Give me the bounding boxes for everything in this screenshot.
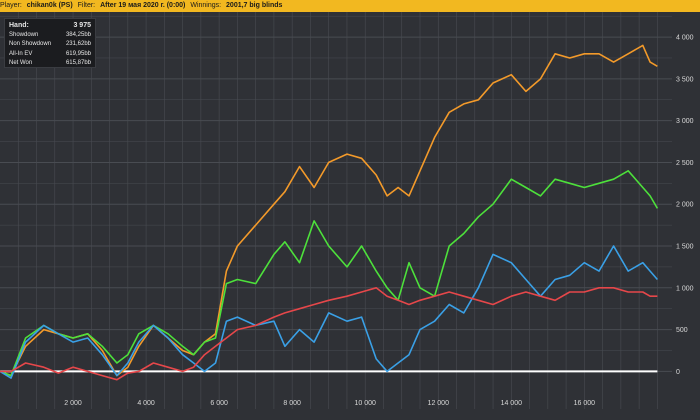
y-tick-label: 500 bbox=[676, 327, 688, 334]
graph-area: 0 500 1 000 1 500 2 000 2 500 3 000 3 500 4 000 … bbox=[0, 12, 700, 415]
y-tick-label: 1 500 bbox=[676, 244, 694, 251]
x-tick-label: 8 000 bbox=[283, 400, 301, 407]
stat-all-in-ev: All-In EV 619,95bb bbox=[9, 50, 91, 60]
stat-value: 615,87bb bbox=[65, 60, 91, 66]
player-value: chikan0k (PS) bbox=[26, 2, 73, 9]
y-tick-label: 2 500 bbox=[676, 160, 694, 167]
stat-value: 3 975 bbox=[73, 22, 91, 29]
stat-label: Net Won bbox=[9, 60, 33, 66]
winnings-label: Winnings: bbox=[190, 2, 222, 9]
stat-label: Showdown bbox=[9, 31, 39, 38]
stat-hand: Hand: 3 975 bbox=[9, 21, 91, 31]
y-tick-label: 3 500 bbox=[676, 76, 694, 83]
y-tick-label: 4 000 bbox=[676, 35, 694, 42]
x-tick-label: 6 000 bbox=[210, 400, 228, 407]
winnings-value: 2001,7 big blinds bbox=[226, 2, 283, 9]
x-tick-label: 4 000 bbox=[137, 400, 155, 407]
x-tick-label: 10 000 bbox=[355, 400, 377, 407]
stat-non-showdown: Non Showdown 231,62bb bbox=[9, 40, 91, 50]
x-tick-label: 2 000 bbox=[64, 400, 82, 407]
filter-value: After 19 мая 2020 г. (0:00) bbox=[100, 2, 186, 9]
stat-net-won: Net Won 615,87bb bbox=[9, 59, 91, 69]
x-tick-label: 12 000 bbox=[428, 400, 450, 407]
player-label: Player: bbox=[0, 2, 22, 9]
stat-label: All-In EV bbox=[9, 50, 33, 57]
stat-value: 619,95bb bbox=[65, 50, 91, 57]
x-tick-labels: 2 000 4 000 6 000 8 000 10 000 12 000 14 000 16… bbox=[64, 400, 595, 407]
y-tick-label: 1 000 bbox=[676, 285, 694, 292]
stat-label: Hand: bbox=[9, 22, 29, 29]
header-bar: Player: chikan0k (PS) Filter: After 19 м… bbox=[0, 0, 700, 12]
y-tick-labels: 0 500 1 000 1 500 2 000 2 500 3 000 3 500 4 000 bbox=[676, 35, 694, 376]
y-tick-label: 3 000 bbox=[676, 118, 694, 125]
x-tick-label: 14 000 bbox=[501, 400, 523, 407]
stat-label: Non Showdown bbox=[9, 41, 52, 47]
y-tick-label: 2 000 bbox=[676, 202, 694, 209]
stat-showdown: Showdown 384,25bb bbox=[9, 31, 91, 41]
stat-value: 231,62bb bbox=[65, 41, 91, 47]
x-tick-label: 16 000 bbox=[574, 400, 596, 407]
stat-value: 384,25bb bbox=[65, 31, 91, 38]
y-tick-label: 0 bbox=[676, 369, 680, 376]
filter-label: Filter: bbox=[77, 2, 96, 9]
stats-panel: Hand: 3 975 Showdown 384,25bb Non Showdo… bbox=[4, 18, 96, 68]
winnings-chart: 05001 0001 5002 0002 5003 0003 5004 000 … bbox=[0, 12, 694, 409]
